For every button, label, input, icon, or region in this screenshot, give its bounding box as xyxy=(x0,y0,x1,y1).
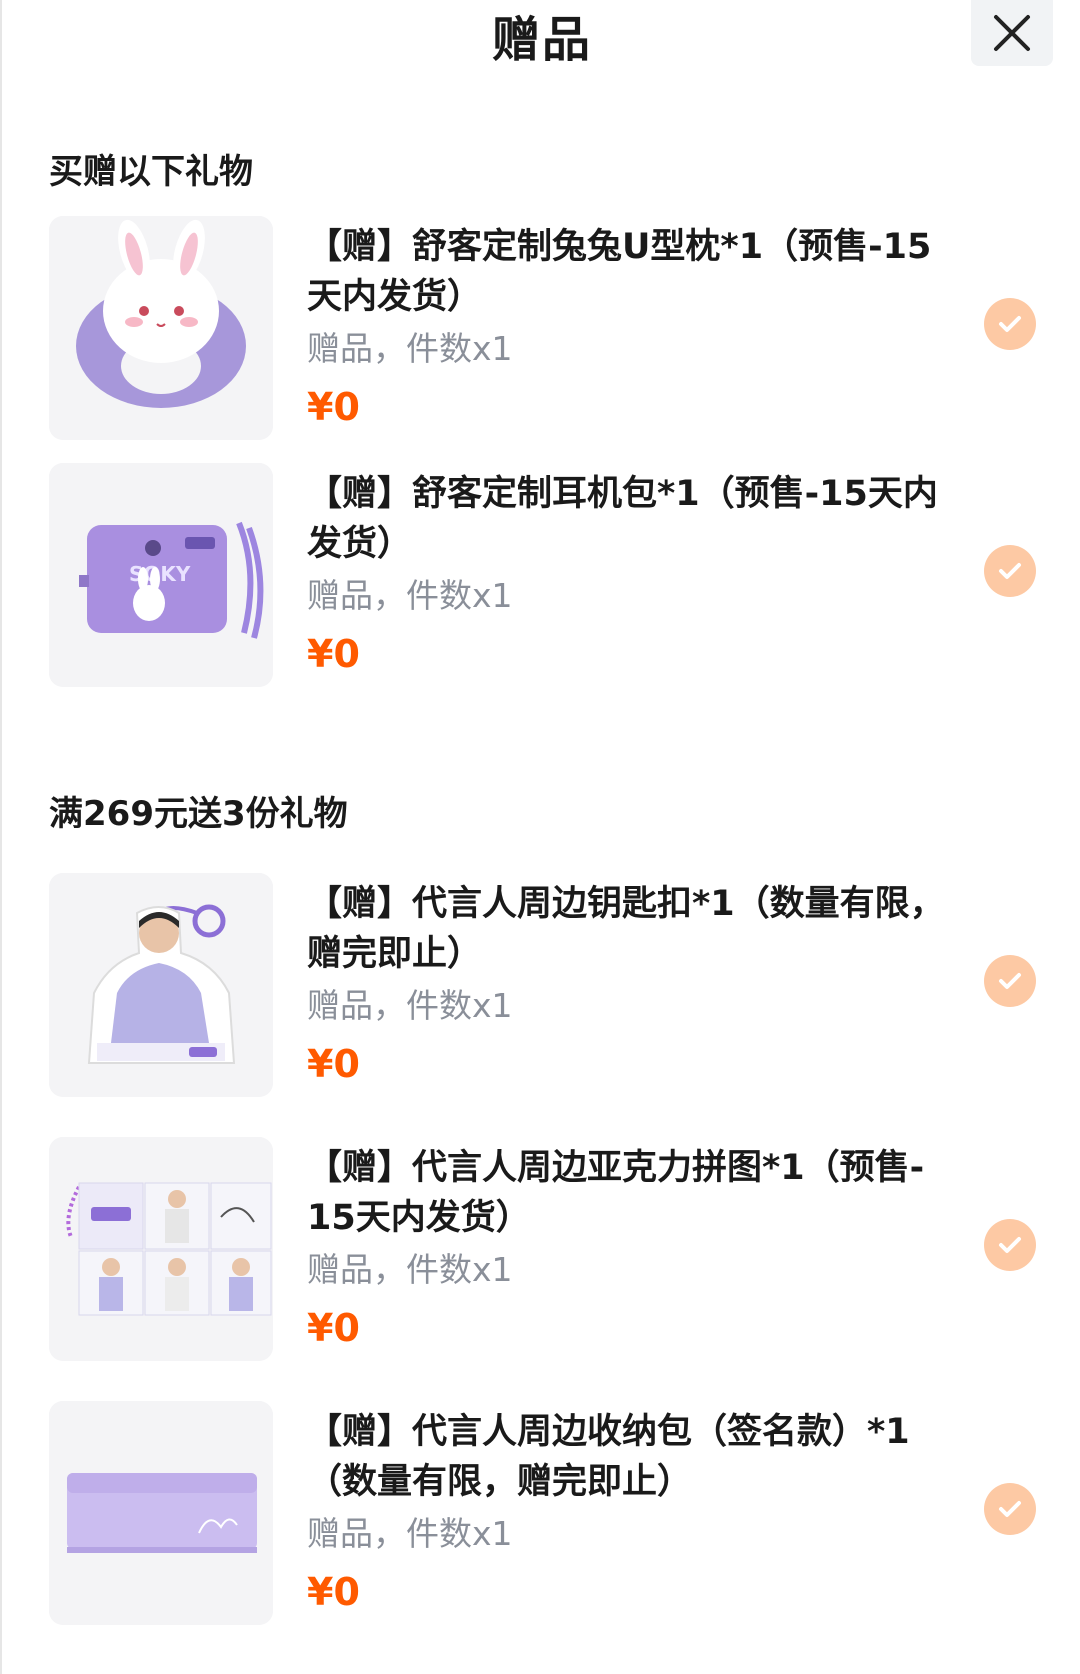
gift-item[interactable]: 【赠】舒客定制兔兔U型枕*1（预售-15天内发货） 赠品，件数x1 ¥0 xyxy=(49,216,1039,442)
page-title: 赠品 xyxy=(491,12,592,68)
product-image-keychain xyxy=(49,873,273,1097)
gift-info: 【赠】代言人周边亚克力拼图*1（预售-15天内发货） 赠品，件数x1 ¥0 xyxy=(307,1143,947,1359)
gift-name: 【赠】舒客定制兔兔U型枕*1（预售-15天内发货） xyxy=(307,227,932,317)
selected-check[interactable] xyxy=(984,1483,1036,1535)
close-button[interactable] xyxy=(971,0,1053,66)
check-icon xyxy=(999,1237,1021,1253)
product-image-storage-pouch xyxy=(49,1401,273,1625)
check-icon xyxy=(999,973,1021,989)
gift-item[interactable]: 【赠】代言人周边亚克力拼图*1（预售-15天内发货） 赠品，件数x1 ¥0 xyxy=(49,1137,1039,1363)
check-icon xyxy=(999,563,1021,579)
gift-price: ¥0 xyxy=(307,1306,360,1350)
gift-meta: 赠品，件数x1 xyxy=(307,1250,513,1289)
gift-price: ¥0 xyxy=(307,1042,360,1086)
selected-check[interactable] xyxy=(984,1219,1036,1271)
gift-item[interactable]: 【赠】代言人周边钥匙扣*1（数量有限，赠完即止） 赠品，件数x1 ¥0 xyxy=(49,873,1039,1099)
gift-info: 【赠】舒客定制耳机包*1（预售-15天内发货） 赠品，件数x1 ¥0 xyxy=(307,469,947,685)
gift-name: 【赠】代言人周边钥匙扣*1（数量有限，赠完即止） xyxy=(307,884,945,974)
gift-name: 【赠】舒客定制耳机包*1（预售-15天内发货） xyxy=(307,474,938,564)
gift-name: 【赠】代言人周边亚克力拼图*1（预售-15天内发货） xyxy=(307,1148,925,1238)
selected-check[interactable] xyxy=(984,955,1036,1007)
gift-name: 【赠】代言人周边收纳包（签名款）*1（数量有限，赠完即止） xyxy=(307,1412,910,1502)
panel-header: 赠品 xyxy=(2,0,1080,86)
selected-check[interactable] xyxy=(984,545,1036,597)
gift-meta: 赠品，件数x1 xyxy=(307,576,513,615)
gift-item[interactable]: 【赠】代言人周边收纳包（签名款）*1（数量有限，赠完即止） 赠品，件数x1 ¥0 xyxy=(49,1401,1039,1627)
gift-meta: 赠品，件数x1 xyxy=(307,986,513,1025)
gift-price: ¥0 xyxy=(307,1570,360,1614)
check-icon xyxy=(999,1501,1021,1517)
gift-info: 【赠】代言人周边钥匙扣*1（数量有限，赠完即止） 赠品，件数x1 ¥0 xyxy=(307,879,947,1095)
gift-price: ¥0 xyxy=(307,632,360,676)
gift-panel: 赠品 买赠以下礼物 【赠】舒客定制兔兔U型枕*1（预售-15天内发货） 赠品，件… xyxy=(0,0,1080,1674)
product-image-puzzle xyxy=(49,1137,273,1361)
product-image-rabbit-pillow xyxy=(49,216,273,440)
gift-info: 【赠】舒客定制兔兔U型枕*1（预售-15天内发货） 赠品，件数x1 ¥0 xyxy=(307,222,947,438)
section-title-buy-gift: 买赠以下礼物 xyxy=(49,152,253,192)
product-image-earphone-bag: SOKY xyxy=(49,463,273,687)
gift-meta: 赠品，件数x1 xyxy=(307,1514,513,1553)
selected-check[interactable] xyxy=(984,298,1036,350)
section-title-threshold-gift: 满269元送3份礼物 xyxy=(49,794,348,834)
gift-item[interactable]: SOKY 【赠】舒客定制耳机包*1（预售-15天内发货） 赠品，件数x1 ¥0 xyxy=(49,463,1039,689)
check-icon xyxy=(999,316,1021,332)
gift-price: ¥0 xyxy=(307,385,360,429)
close-icon xyxy=(994,15,1030,51)
gift-meta: 赠品，件数x1 xyxy=(307,329,513,368)
gift-info: 【赠】代言人周边收纳包（签名款）*1（数量有限，赠完即止） 赠品，件数x1 ¥0 xyxy=(307,1407,947,1623)
